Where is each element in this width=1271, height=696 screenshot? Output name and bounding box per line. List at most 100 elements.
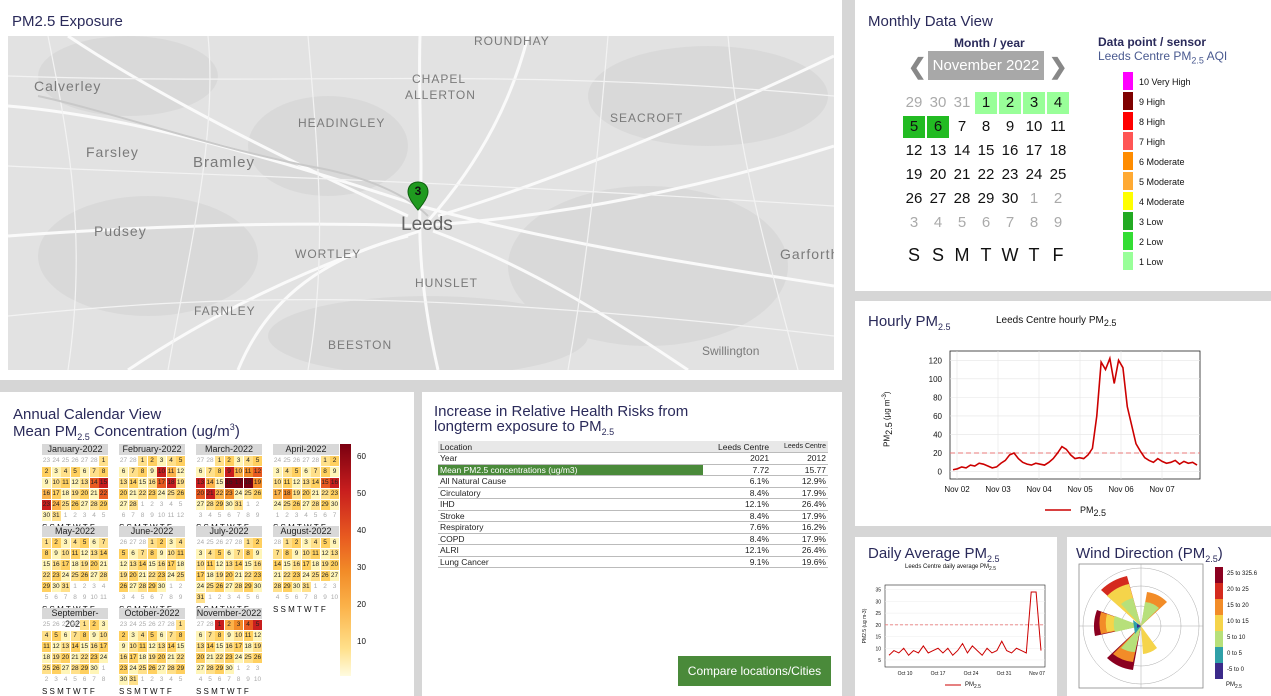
mini-calendar-day: 4 <box>304 512 308 519</box>
mini-calendar-day: 2 <box>330 456 339 466</box>
calendar-day[interactable]: 26 <box>903 188 925 210</box>
calendar-day[interactable]: 9 <box>999 116 1021 138</box>
calendar-day[interactable]: 25 <box>1047 164 1069 186</box>
month-year-value[interactable]: November 2022 <box>928 51 1044 80</box>
mini-calendar-day: 3 <box>54 676 58 683</box>
calendar-day[interactable]: 27 <box>927 188 949 210</box>
calendar-day[interactable]: 2 <box>1047 188 1069 210</box>
mini-calendar-day: 7 <box>227 676 231 683</box>
calendar-day[interactable]: 5 <box>951 212 973 234</box>
calendar-day[interactable]: 29 <box>975 188 997 210</box>
mini-calendar-day: 22 <box>80 653 89 663</box>
next-month-chevron-icon[interactable]: ❯ <box>1049 54 1067 80</box>
table-cell: Year <box>438 452 703 465</box>
calendar-day[interactable]: 30 <box>927 92 949 114</box>
sensor-value[interactable]: Leeds Centre PM2.5 AQI <box>1098 49 1227 65</box>
calendar-day[interactable]: 24 <box>1023 164 1045 186</box>
daily-legend-label: PM2.5 <box>965 682 981 690</box>
calendar-day[interactable]: 30 <box>999 188 1021 210</box>
mini-calendar-day: 23 <box>42 500 51 510</box>
calendar-day[interactable]: 1 <box>1023 188 1045 210</box>
calendar-day[interactable]: 17 <box>1023 140 1045 162</box>
calendar-day[interactable]: 18 <box>1047 140 1069 162</box>
mini-calendar-day: 13 <box>330 549 339 559</box>
calendar-day[interactable]: 3 <box>903 212 925 234</box>
mini-calendar-day: 25 <box>282 500 292 510</box>
calendar-day[interactable]: 23 <box>999 164 1021 186</box>
mini-calendar-day: 15 <box>282 560 292 570</box>
table-cell: Mean PM2.5 concentrations (ug/m3) <box>438 464 703 476</box>
table-cell: ALRI <box>438 544 703 557</box>
mini-calendar-day: 12 <box>176 467 185 477</box>
calendar-day[interactable]: 7 <box>951 116 973 138</box>
mini-calendar-day: 16 <box>42 489 51 499</box>
calendar-day[interactable]: 4 <box>927 212 949 234</box>
calendar-day[interactable]: 22 <box>975 164 997 186</box>
calendar-day[interactable]: 28 <box>951 188 973 210</box>
mini-calendar-day: 5 <box>119 549 128 559</box>
mini-calendar-day: 7 <box>273 549 282 559</box>
mini-calendar-day: 26 <box>119 582 128 592</box>
calendar-day[interactable]: 1 <box>975 92 997 114</box>
calendar-day[interactable]: 8 <box>1023 212 1045 234</box>
mini-calendar-day: 28 <box>90 457 98 464</box>
mini-calendar-day: 28 <box>89 500 99 510</box>
mini-calendar-day: 24 <box>52 457 60 464</box>
mini-calendar-day: 28 <box>71 621 79 628</box>
mini-calendar-day: 17 <box>301 560 311 570</box>
calendar-day[interactable]: 2 <box>999 92 1021 114</box>
calendar-day[interactable]: 19 <box>903 164 925 186</box>
calendar-day[interactable]: 7 <box>999 212 1021 234</box>
table-cell: 17.9% <box>771 487 828 499</box>
wind-legend-label: 5 to 10 <box>1227 635 1246 641</box>
annual-calendar-grid: January-2022 23 24 25 26 27 28 1 2 3 4 5 6 7 8 9 10 11 12 1… <box>42 444 342 696</box>
calendar-day[interactable]: 20 <box>927 164 949 186</box>
mini-calendar-day: 7 <box>63 594 68 601</box>
mini-calendar-day: 1 <box>73 583 77 590</box>
calendar-day[interactable]: 14 <box>951 140 973 162</box>
calendar-day[interactable]: 15 <box>975 140 997 162</box>
mini-calendar-day: 1 <box>215 456 224 466</box>
mini-calendar-day: 6 <box>255 594 260 601</box>
calendar-day[interactable]: 4 <box>1047 92 1069 114</box>
calendar-day[interactable]: 3 <box>1023 92 1045 114</box>
calendar-day[interactable]: 12 <box>903 140 925 162</box>
mini-calendar-day: 4 <box>243 620 253 630</box>
calendar-day[interactable]: 6 <box>927 116 949 138</box>
mini-calendar-day: 1 <box>215 620 224 630</box>
compare-locations-button[interactable]: Compare locations/Cities <box>678 656 831 686</box>
calendar-day[interactable]: 21 <box>951 164 973 186</box>
calendar-day[interactable]: 8 <box>975 116 997 138</box>
table-cell: Respiratory <box>438 521 703 534</box>
mini-calendar-day: 1 <box>63 512 68 519</box>
mini-calendar-day: 3 <box>198 512 203 519</box>
aqi-legend-swatch <box>1123 72 1133 90</box>
mini-calendar-day: 2 <box>119 631 128 641</box>
mini-calendar-day: 1 <box>320 456 330 466</box>
calendar-day[interactable]: 5 <box>903 116 925 138</box>
mini-calendar-day: 4 <box>101 583 106 590</box>
calendar-day[interactable]: 9 <box>1047 212 1069 234</box>
map-canvas[interactable]: ROUNDHAY Calverley CHAPEL ALLERTON HEADI… <box>8 36 834 370</box>
mini-calendar-day: 17 <box>51 489 61 499</box>
prev-month-chevron-icon[interactable]: ❮ <box>908 54 926 80</box>
mini-calendar-day: 25 <box>311 571 320 581</box>
calendar-day[interactable]: 13 <box>927 140 949 162</box>
wind-legend-swatch <box>1215 599 1223 615</box>
calendar-day[interactable]: 6 <box>975 212 997 234</box>
calendar-day[interactable]: 11 <box>1047 116 1069 138</box>
mini-calendar-day: 4 <box>282 467 292 477</box>
calendar-day[interactable]: 16 <box>999 140 1021 162</box>
mini-calendar-day: 27 <box>61 621 70 628</box>
map-label-farnley: FARNLEY <box>194 304 256 318</box>
calendar-day[interactable]: 29 <box>903 92 925 114</box>
mini-calendar-day: 5 <box>80 538 89 548</box>
mini-calendar-day: 18 <box>205 571 215 581</box>
mini-calendar-day: 12 <box>215 560 224 570</box>
calendar-day[interactable]: 10 <box>1023 116 1045 138</box>
calendar-day[interactable]: 31 <box>951 92 973 114</box>
calendar-dow-label: F <box>1052 245 1064 265</box>
mini-calendar-title: April-2022 <box>273 444 339 455</box>
mini-calendar-days: 23 24 25 26 27 28 1 2 3 4 5 6 7 8 9 10 11 12 13 14 15 16 17 18 1… <box>119 620 185 685</box>
mini-calendar-day: 6 <box>196 631 205 641</box>
